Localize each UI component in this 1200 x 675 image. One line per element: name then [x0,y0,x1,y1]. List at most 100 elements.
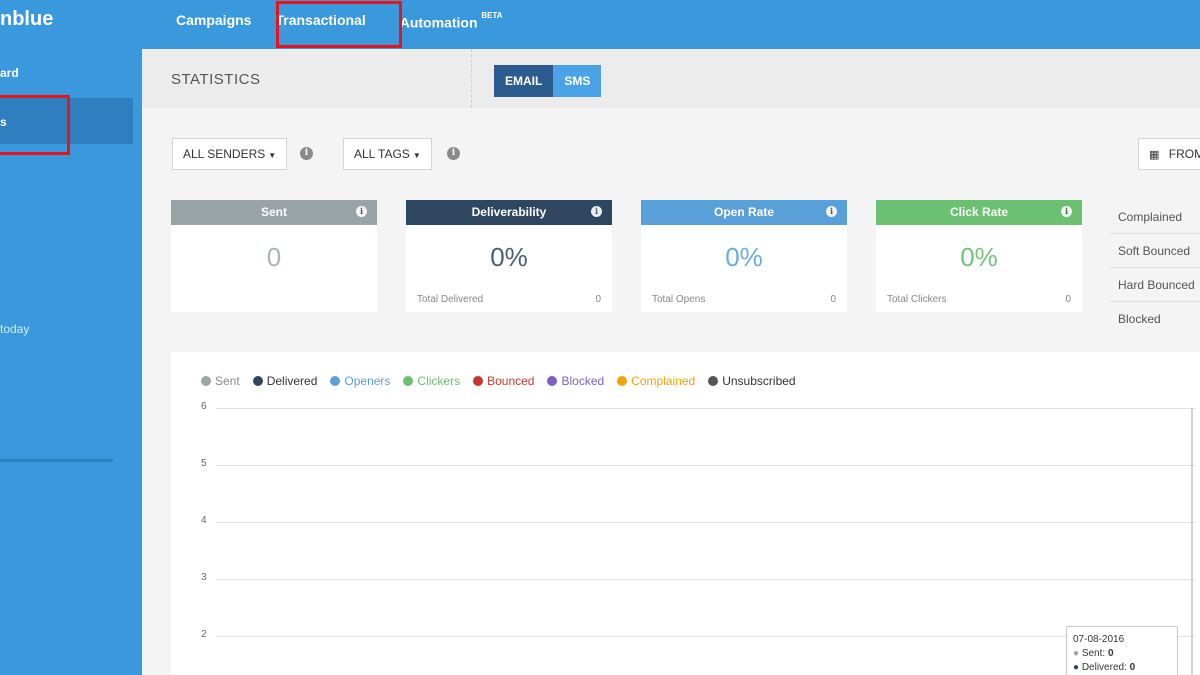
all-senders-label: ALL SENDERS [183,147,266,161]
stat-card-foot-value: 0 [1065,294,1071,305]
stat-card-foot-value: 0 [595,294,601,305]
stat-card-footer: Total Delivered 0 [417,294,601,305]
calendar-icon: ▦ [1149,149,1160,161]
header-divider [471,49,472,108]
tab-automation[interactable]: Automation BETA [400,0,503,49]
legend-dot-icon [403,376,414,386]
all-senders-dropdown[interactable]: ALL SENDERS ▼ [172,138,288,170]
caret-down-icon: ▼ [268,151,277,160]
y-tick-label: 2 [201,629,207,640]
legend-item-openers[interactable]: Openers [330,374,390,388]
legend-item-complained[interactable]: Complained [617,374,695,388]
legend-dot-icon [252,376,263,386]
delivery-issues-list: Complained Soft Bounced Hard Bounced Blo… [1110,200,1200,336]
stat-card-value: 0% [725,242,763,272]
info-icon[interactable]: i [356,206,367,217]
legend-dot-icon [547,376,558,386]
top-nav: Campaigns Transactional Automation BETA [176,0,537,58]
legend-item-sent[interactable]: Sent [201,374,240,388]
email-toggle-button[interactable]: EMAIL [494,65,554,97]
legend-label: Bounced [487,374,535,388]
stat-card-title: Click Rate [949,205,1009,219]
all-tags-label: ALL TAGS [354,147,410,161]
chart-gridline [216,579,1196,580]
info-icon[interactable]: i [591,206,602,217]
content-header: STATISTICS EMAIL SMS [142,49,1200,108]
caret-down-icon: ▼ [412,151,421,160]
stat-card-footer: Total Clickers 0 [887,294,1071,305]
statistics-chart: Sent Delivered Openers Clickers Bounced Block… [171,352,1200,675]
sidebar: ard s today [0,49,142,675]
info-icon[interactable]: i [300,147,313,160]
beta-badge: BETA [481,11,503,20]
list-item-blocked: Blocked [1118,312,1161,326]
tooltip-row-delivered: ● Delivered: 0 [1073,661,1171,675]
stat-card-foot-label: Total Opens [652,294,706,305]
info-icon[interactable]: i [1061,206,1072,217]
stat-card-sent: Sent i 0 [171,200,377,312]
top-navigation-bar: nblue Campaigns Transactional Automation… [0,0,1200,58]
stat-card-header: Click Rate i [876,200,1082,225]
tooltip-value: 0 [1129,662,1136,673]
legend-label: Clickers [417,374,461,388]
chart-gridline [216,522,1196,523]
date-from-picker[interactable]: ▦ FROM [1138,138,1200,170]
legend-item-unsubscribed[interactable]: Unsubscribed [708,374,796,388]
legend-label: Sent [215,374,240,388]
brand-logo[interactable]: nblue [0,8,53,31]
legend-dot-icon [330,376,341,386]
legend-item-blocked[interactable]: Blocked [547,374,604,388]
stat-card-header: Sent i [171,200,377,225]
info-icon[interactable]: i [826,206,837,217]
chart-tooltip: 07-08-2016 ● Sent: 0 ● Delivered: 0 [1066,626,1178,675]
legend-item-bounced[interactable]: Bounced [473,374,534,388]
stat-card-click-rate: Click Rate i 0% Total Clickers 0 [876,200,1082,312]
tab-campaigns[interactable]: Campaigns [176,0,251,49]
stat-card-open-rate: Open Rate i 0% Total Opens 0 [641,200,847,312]
chart-legend: Sent Delivered Openers Clickers Bounced Block… [201,374,809,388]
y-tick-label: 5 [201,458,207,469]
legend-dot-icon [617,376,628,386]
chart-hover-line [1191,408,1193,675]
stat-card-deliverability: Deliverability i 0% Total Delivered 0 [406,200,612,312]
tooltip-label: Sent: [1081,648,1106,659]
sidebar-today-text: today [0,322,30,336]
legend-label: Delivered [266,374,318,388]
sidebar-divider [0,459,113,462]
info-icon[interactable]: i [447,147,460,160]
all-tags-dropdown[interactable]: ALL TAGS ▼ [343,138,432,170]
stat-card-title: Open Rate [713,205,774,219]
legend-item-clickers[interactable]: Clickers [403,374,460,388]
channel-toggle: EMAIL SMS [494,65,602,97]
stat-card-header: Open Rate i [641,200,847,225]
tooltip-row-sent: ● Sent: 0 [1073,647,1171,661]
legend-label: Complained [631,374,696,388]
legend-dot-icon [473,376,484,386]
legend-label: Unsubscribed [722,374,796,388]
bullet-icon: ● [1073,662,1080,673]
stat-card-value: 0% [490,242,528,272]
tooltip-label: Delivered: [1081,662,1127,673]
chart-gridline [216,465,1196,466]
chart-gridline [216,636,1196,637]
tab-automation-label: Automation [399,14,478,31]
y-tick-label: 6 [201,401,207,412]
legend-dot-icon [708,376,719,386]
list-item-soft-bounced: Soft Bounced [1110,234,1200,268]
legend-label: Blocked [561,374,605,388]
stat-card-title: Sent [260,205,287,219]
sidebar-item-dashboard[interactable]: ard [0,66,19,80]
list-item-hard-bounced: Hard Bounced [1110,268,1200,302]
stat-card-header: Deliverability i [406,200,612,225]
tooltip-value: 0 [1107,648,1114,659]
stat-card-foot-label: Total Clickers [887,294,947,305]
page-title: STATISTICS [171,71,261,88]
sidebar-item-statistics[interactable]: s [0,98,133,144]
tab-transactional[interactable]: Transactional [275,0,366,58]
legend-item-delivered[interactable]: Delivered [252,374,318,388]
sms-toggle-button[interactable]: SMS [553,65,602,97]
stat-card-foot-label: Total Delivered [417,294,484,305]
bullet-icon: ● [1073,648,1080,659]
legend-label: Openers [344,374,391,388]
stat-card-value: 0% [960,242,998,272]
